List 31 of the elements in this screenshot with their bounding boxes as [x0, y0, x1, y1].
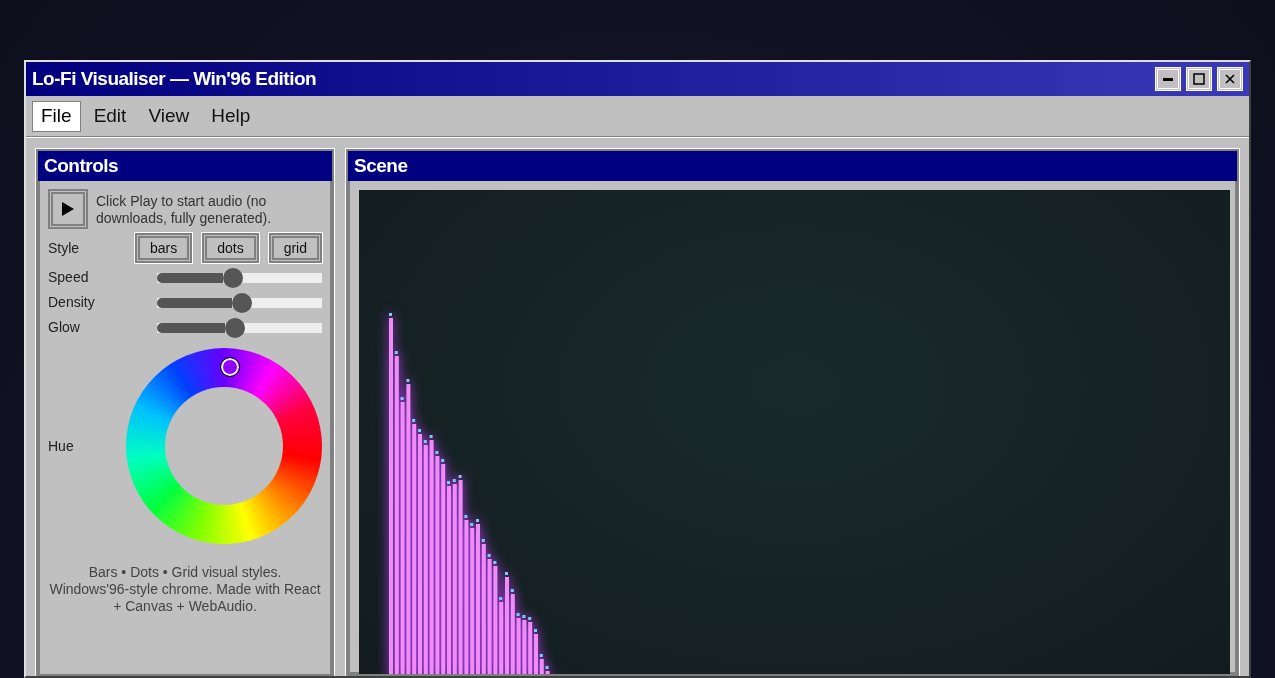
maximize-icon	[1193, 73, 1205, 85]
minimize-button[interactable]	[1155, 67, 1181, 91]
slider-thumb[interactable]	[225, 317, 245, 338]
panel-title: Controls	[38, 151, 332, 181]
play-hint: Click Play to start audio (no downloads, fully generated).	[96, 192, 273, 227]
close-icon	[1225, 74, 1235, 84]
about-text: Bars • Dots • Grid visual styles. Windows'96-style chrome. Made with React + Canvas + WebAudio.	[48, 564, 322, 615]
menu-item[interactable]: View	[139, 100, 199, 132]
slider-fill	[156, 322, 225, 333]
slider-label: Speed	[48, 268, 90, 287]
slider-thumb[interactable]	[223, 267, 244, 288]
slider-thumb[interactable]	[231, 292, 252, 313]
hue-handle[interactable]	[220, 358, 239, 377]
minimize-icon	[1163, 77, 1173, 81]
menu-item[interactable]: Edit	[84, 100, 136, 132]
style-button[interactable]: dots	[202, 233, 259, 263]
window-title: Lo-Fi Visualiser — Win'96 Edition	[32, 66, 317, 91]
play-icon	[62, 202, 74, 216]
hue-label: Hue	[48, 436, 75, 456]
style-button[interactable]: grid	[268, 233, 322, 263]
menu-item[interactable]: File	[32, 100, 81, 132]
panel-title: Scene	[348, 151, 1237, 181]
slider-label: Density	[48, 293, 96, 312]
style-button[interactable]: bars	[134, 233, 193, 263]
close-button[interactable]	[1217, 67, 1243, 91]
slider-label: Glow	[48, 318, 81, 337]
maximize-button[interactable]	[1186, 67, 1212, 91]
menu-item[interactable]: Help	[202, 100, 260, 132]
play-button[interactable]	[48, 189, 88, 229]
style-label: Style	[48, 238, 80, 258]
slider-fill	[156, 272, 224, 283]
